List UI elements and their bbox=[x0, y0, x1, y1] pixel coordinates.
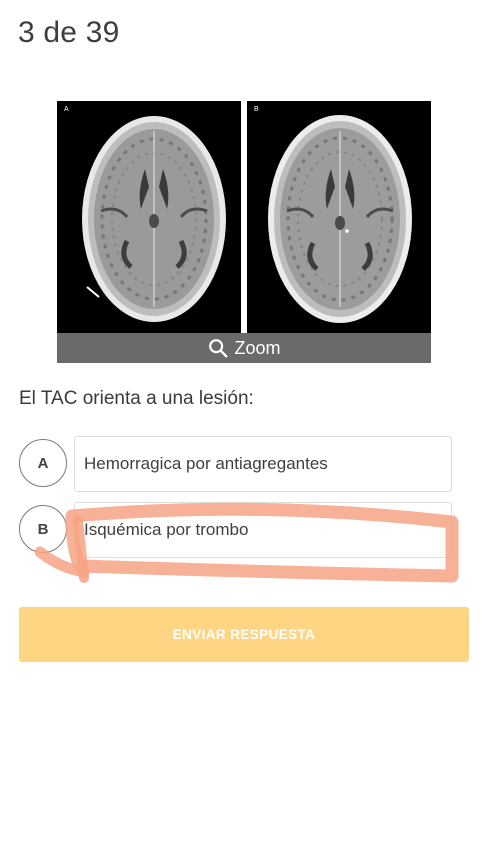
question-text: El TAC orienta a una lesión: bbox=[19, 388, 254, 409]
panel-a-label: A bbox=[64, 106, 69, 113]
option-a[interactable]: A Hemorragica por antiagregantes bbox=[19, 436, 452, 492]
option-b[interactable]: B Isquémica por trombo bbox=[19, 502, 452, 558]
zoom-label: Zoom bbox=[234, 337, 281, 358]
option-b-letter[interactable]: B bbox=[19, 505, 67, 553]
ct-scan-figure: A B bbox=[57, 101, 431, 333]
zoom-button[interactable]: Zoom bbox=[57, 333, 431, 363]
option-b-text[interactable]: Isquémica por trombo bbox=[74, 502, 452, 558]
option-a-text[interactable]: Hemorragica por antiagregantes bbox=[74, 436, 452, 492]
submit-answer-button[interactable]: ENVIAR RESPUESTA bbox=[19, 607, 469, 662]
search-icon bbox=[209, 339, 228, 358]
ct-scan-image[interactable]: A B Zoom bbox=[57, 101, 431, 363]
quiz-page: 3 de 39 A B Zoom El TAC orienta a una le… bbox=[0, 0, 488, 848]
panel-b-label: B bbox=[254, 106, 259, 113]
option-a-letter[interactable]: A bbox=[19, 439, 67, 487]
question-counter: 3 de 39 bbox=[18, 16, 120, 49]
